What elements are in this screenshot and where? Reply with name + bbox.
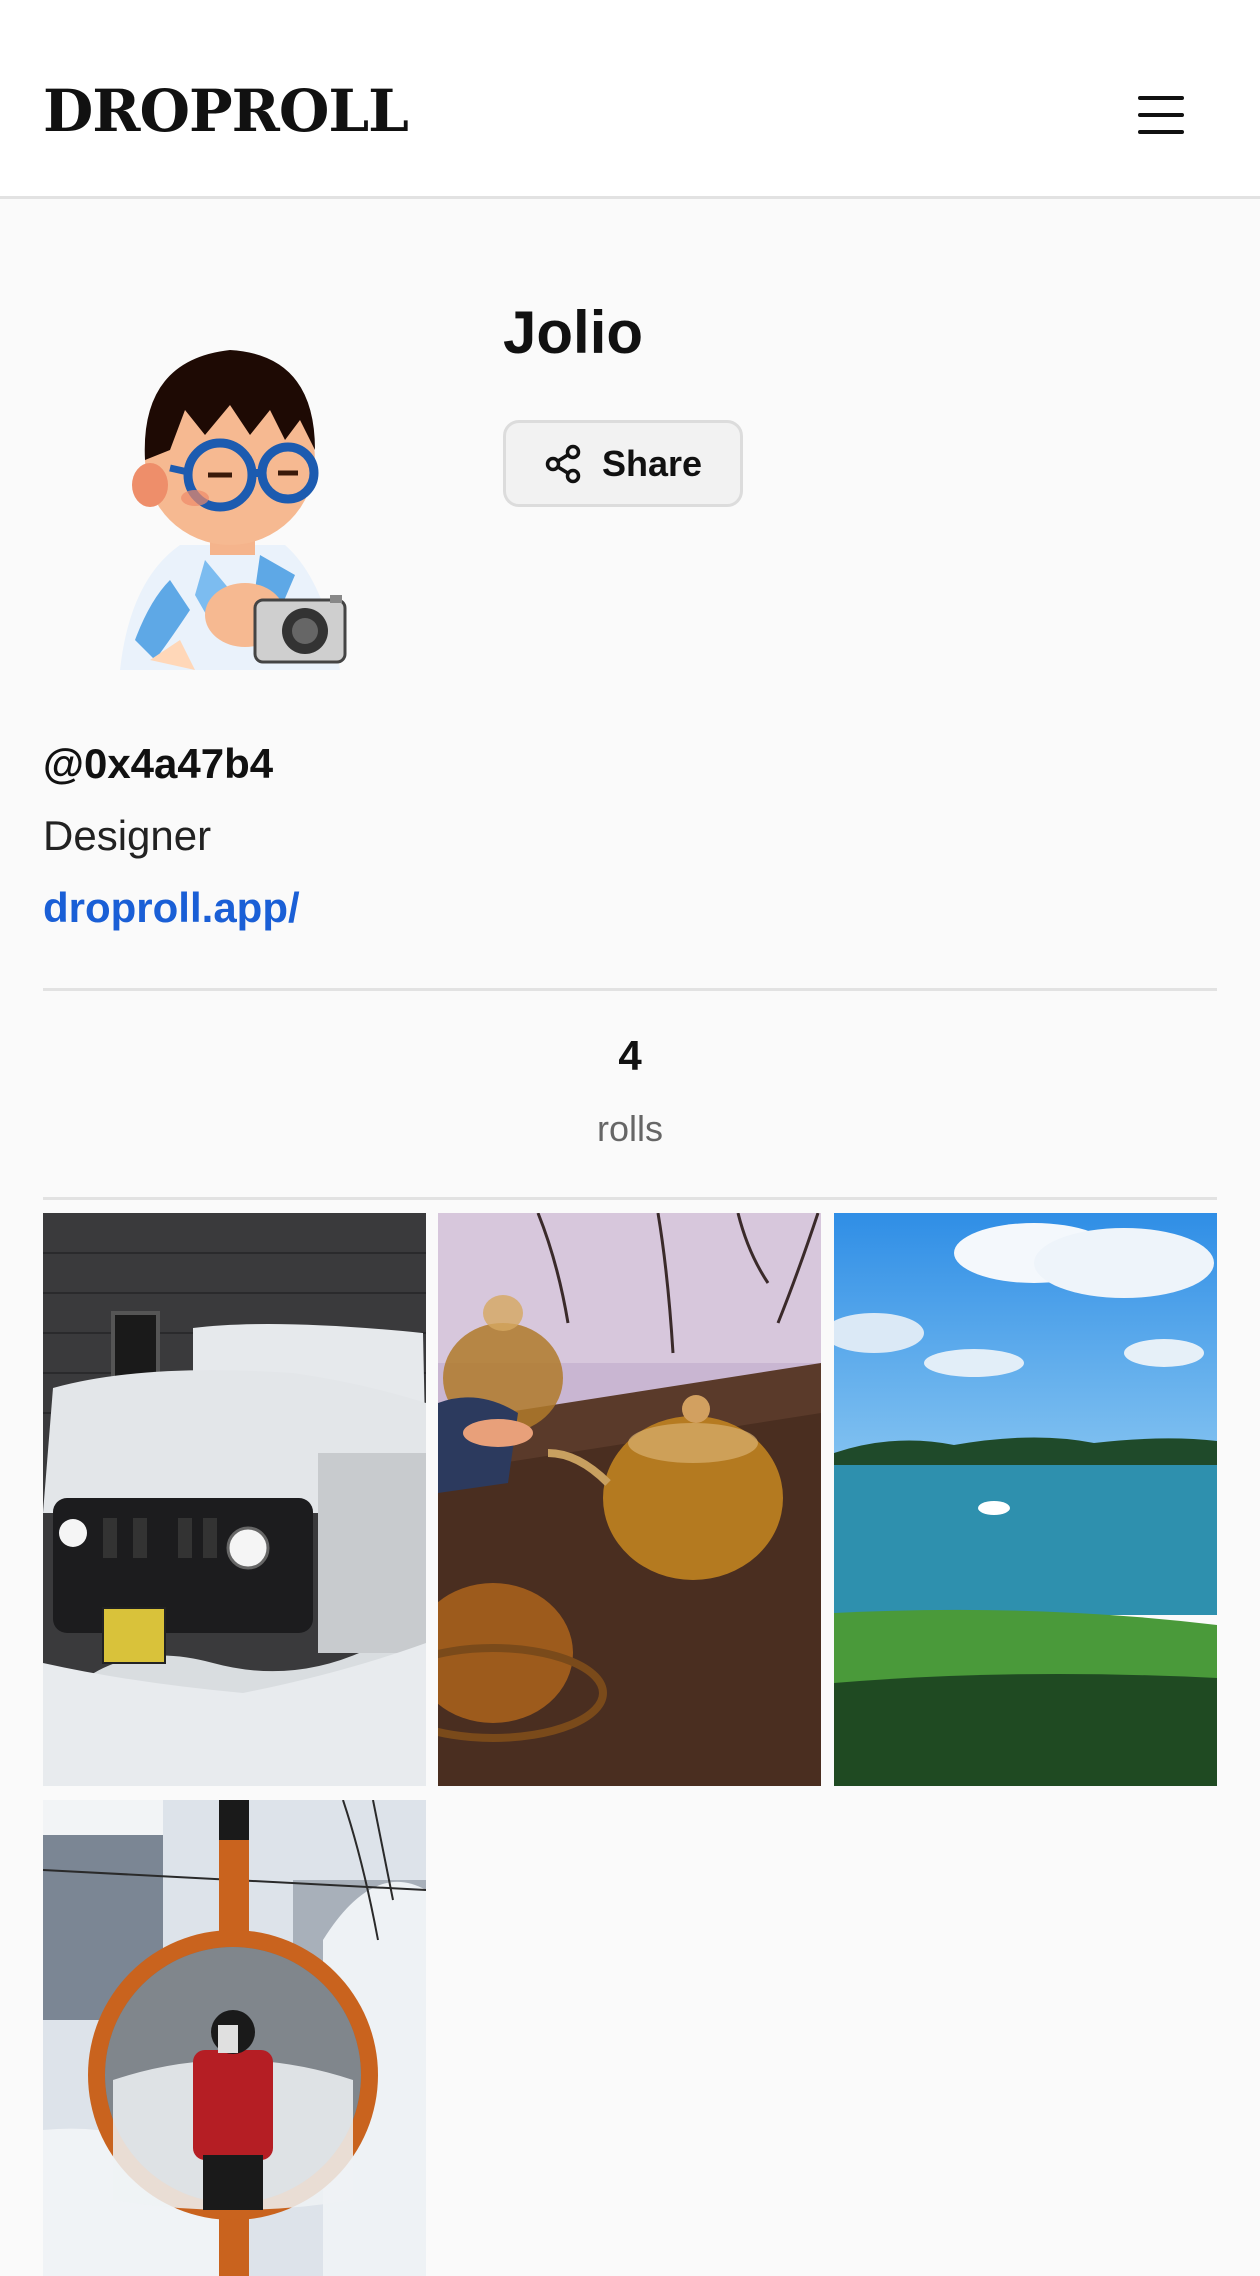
roll-thumbnail-snow-car[interactable] [43,1213,426,1786]
avatar [110,340,350,690]
profile-bio: Designer [43,812,212,859]
app-logo[interactable]: DROPROLL [43,82,409,140]
divider [43,988,1217,991]
rolls-count: 4 [618,1032,642,1079]
profile-link[interactable]: droproll.app/ [43,884,300,932]
share-label: Share [601,442,703,484]
profile-handle: @0x4a47b4 [43,740,274,787]
roll-thumbnail-lake[interactable] [834,1213,1217,1786]
profile-name: Jolio [503,299,644,366]
hamburger-menu-icon[interactable] [1132,90,1192,140]
roll-thumbnail-teapots[interactable] [438,1213,821,1786]
share-button[interactable]: Share [503,420,743,507]
roll-thumbnail-mirror[interactable] [43,1800,426,2276]
app-header: DROPROLL [0,0,1260,199]
rolls-label: rolls [596,1108,663,1149]
share-icon [545,444,581,483]
divider [43,1197,1217,1200]
